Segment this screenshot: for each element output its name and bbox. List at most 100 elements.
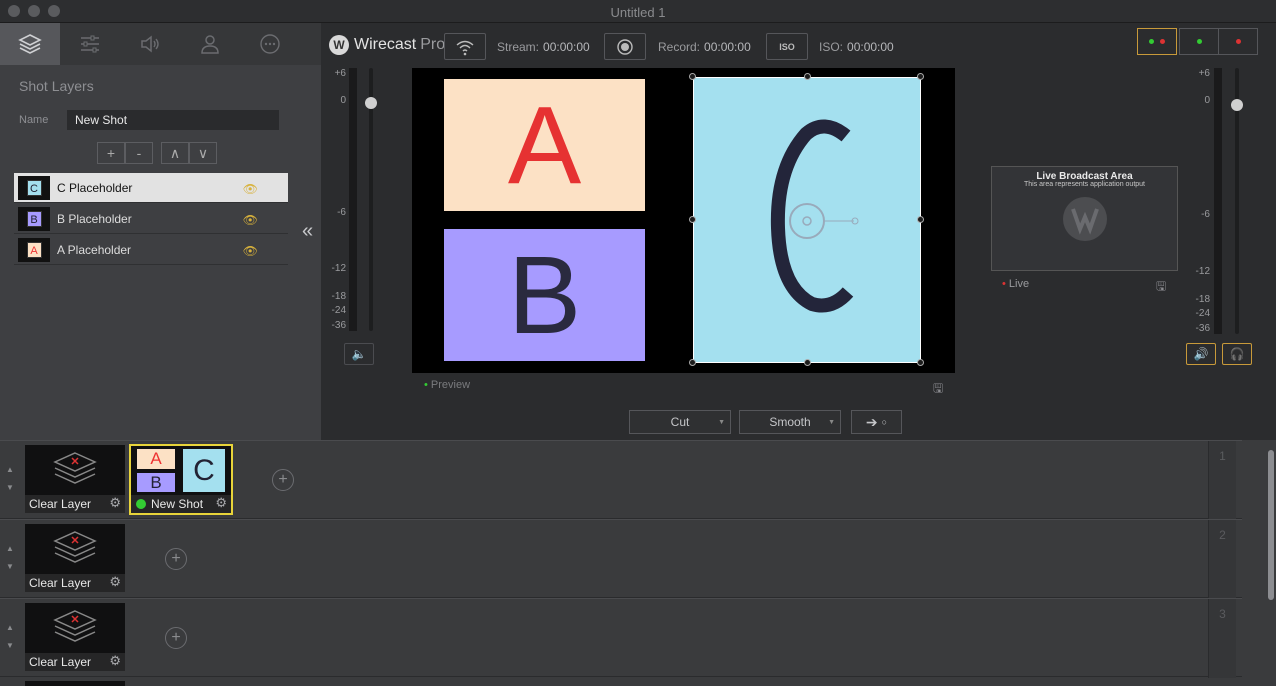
go-transition-button[interactable]: ➔ ○ — [851, 410, 902, 434]
layer-row-c[interactable]: C C Placeholder 👁 — [14, 173, 288, 203]
eye-icon[interactable]: 👁 — [243, 182, 258, 196]
layer-c-placeholder[interactable] — [693, 77, 921, 363]
record-button[interactable] — [604, 33, 646, 60]
headphones-button[interactable]: 🎧 — [1222, 343, 1252, 365]
resize-handle[interactable] — [689, 216, 696, 223]
move-layer-up-button[interactable]: ∧ — [161, 142, 189, 164]
record-time: 00:00:00 — [704, 40, 751, 54]
thumb-b: B — [137, 473, 175, 492]
add-layer-button[interactable]: + — [97, 142, 125, 164]
layer-name: C Placeholder — [57, 180, 133, 195]
arrow-right-icon: ➔ — [865, 413, 878, 430]
layer-row-b[interactable]: B B Placeholder 👁 — [14, 204, 288, 234]
shot-name-input[interactable] — [67, 110, 279, 130]
eye-icon[interactable]: 👁 — [243, 244, 258, 258]
resize-handle[interactable] — [917, 359, 924, 366]
layer-thumb-letter: C — [26, 179, 42, 196]
scale-label: -36 — [331, 320, 346, 331]
clear-layer-icon — [53, 452, 97, 484]
live-indicator-icon — [136, 499, 146, 509]
volume-slider-knob[interactable] — [1231, 99, 1243, 111]
scale-label: -36 — [1195, 323, 1210, 334]
shot-new-shot[interactable]: A B C New Shot ⚙ — [129, 444, 233, 515]
live-label: • Live — [1002, 278, 1029, 290]
row-reorder-arrows[interactable]: ▲ ▼ — [6, 540, 14, 576]
shot-clear-layer[interactable]: Clear Layer ⚙ — [25, 524, 125, 592]
preview-label-text: Preview — [430, 379, 471, 391]
scale-label: -12 — [1195, 266, 1210, 277]
tab-layers[interactable] — [0, 23, 60, 65]
cut-transition-select[interactable]: Cut ▼ — [629, 410, 731, 434]
panel-title: Shot Layers — [19, 78, 94, 94]
resize-handle[interactable] — [804, 359, 811, 366]
row-reorder-arrows[interactable]: ▲ ▼ — [6, 461, 14, 497]
scale-label: -24 — [1195, 308, 1210, 319]
live-broadcast-area: Live Broadcast Area This area represents… — [991, 166, 1178, 271]
stream-button[interactable] — [444, 33, 486, 60]
layer-a-placeholder[interactable]: A — [444, 79, 645, 211]
dropdown-arrow-icon: ▼ — [718, 418, 725, 426]
tab-settings[interactable] — [60, 23, 120, 65]
resize-handle[interactable] — [917, 73, 924, 80]
layout-mode-button-3[interactable] — [1218, 28, 1258, 55]
tab-source[interactable] — [180, 23, 240, 65]
scale-label: -6 — [337, 207, 346, 218]
resize-handle[interactable] — [917, 216, 924, 223]
scale-label: +6 — [1198, 68, 1210, 79]
thumb-a: A — [137, 449, 175, 469]
mute-preview-button[interactable]: 🔈 — [344, 343, 374, 365]
row-reorder-arrows[interactable]: ▲ ▼ — [6, 619, 14, 655]
gear-icon[interactable]: ⚙ — [215, 495, 227, 511]
sliders-icon — [81, 35, 99, 53]
vertical-scrollbar[interactable] — [1268, 450, 1274, 600]
layer-thumbnail: C — [18, 175, 50, 200]
record-icon — [617, 38, 633, 55]
remove-layer-button[interactable]: - — [125, 142, 153, 164]
preview-label: • Preview — [424, 379, 470, 391]
logo-pro-text: Pro — [420, 36, 446, 53]
scale-label: -18 — [331, 291, 346, 302]
move-layer-down-button[interactable]: ∨ — [189, 142, 217, 164]
gear-icon[interactable]: ⚙ — [109, 495, 121, 511]
scale-label: 0 — [1204, 95, 1210, 106]
level-meter — [349, 68, 357, 331]
layer-row-a[interactable]: A A Placeholder 👁 — [14, 235, 288, 265]
layout-mode-button-2[interactable] — [1179, 28, 1219, 55]
gear-icon[interactable]: ⚙ — [109, 653, 121, 669]
monitor-icon[interactable]: 🖫 — [933, 379, 943, 400]
shot-partial[interactable] — [25, 681, 125, 686]
gear-icon[interactable]: ⚙ — [109, 574, 121, 590]
layout-mode-button-1[interactable] — [1137, 28, 1177, 55]
stream-time: 00:00:00 — [543, 40, 590, 54]
collapse-panel-button[interactable]: « — [302, 220, 313, 243]
iso-record-button[interactable]: ISO — [766, 33, 808, 60]
tab-audio[interactable] — [120, 23, 180, 65]
speaker-icon — [141, 35, 159, 53]
add-shot-button[interactable]: + — [165, 548, 187, 570]
volume-slider-knob[interactable] — [365, 97, 377, 109]
circle-icon: ○ — [881, 417, 888, 427]
speaker-output-button[interactable]: 🔊 — [1186, 343, 1216, 365]
eye-icon[interactable]: 👁 — [243, 213, 258, 227]
row-number: 2 — [1208, 520, 1236, 599]
layer-b-placeholder[interactable]: B — [444, 229, 645, 361]
add-shot-button[interactable]: + — [272, 469, 294, 491]
level-meter — [1214, 68, 1222, 334]
dropdown-arrow-icon: ▼ — [828, 418, 835, 426]
preview-canvas[interactable]: A B — [412, 68, 955, 373]
row-number: 1 — [1208, 441, 1236, 520]
iso-status: ISO: 00:00:00 — [819, 40, 894, 54]
add-shot-button[interactable]: + — [165, 627, 187, 649]
shot-layers-panel: Shot Layers Name + - ∧ ∨ C C Placeholder… — [0, 23, 321, 440]
row-number: 3 — [1208, 599, 1236, 678]
resize-handle[interactable] — [689, 359, 696, 366]
resize-handle[interactable] — [689, 73, 696, 80]
smooth-transition-select[interactable]: Smooth ▼ — [739, 410, 841, 434]
tab-more[interactable] — [240, 23, 300, 65]
main-area: W Wirecast Pro Stream: 00:00:00 Record: 00… — [321, 23, 1276, 440]
live-monitor-icon[interactable]: 🖫 — [1156, 277, 1166, 298]
shot-clear-layer[interactable]: Clear Layer ⚙ — [25, 445, 125, 513]
shot-clear-layer[interactable]: Clear Layer ⚙ — [25, 603, 125, 671]
resize-handle[interactable] — [804, 73, 811, 80]
cut-label: Cut — [670, 415, 690, 429]
